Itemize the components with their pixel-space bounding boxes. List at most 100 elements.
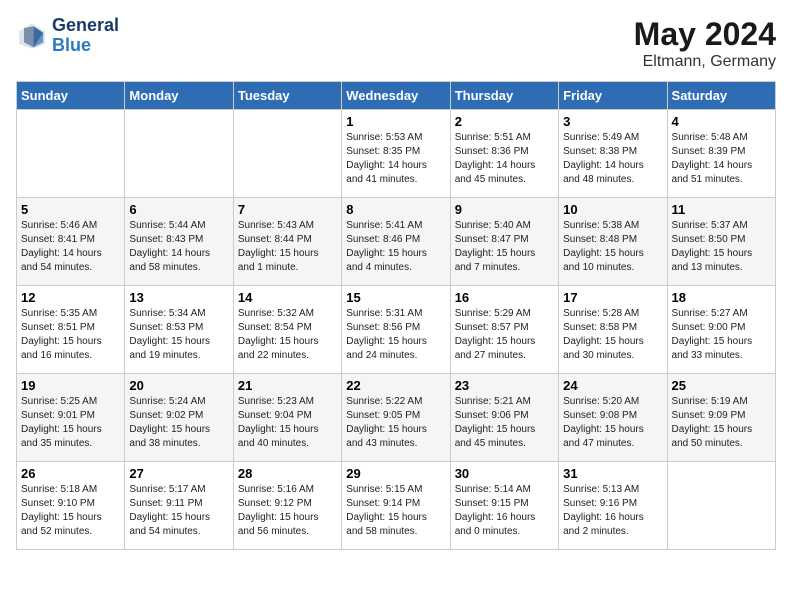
day-number: 2 [455, 114, 554, 129]
day-cell: 2 Sunrise: 5:51 AM Sunset: 8:36 PM Daylig… [450, 110, 558, 198]
day-info: Sunrise: 5:14 AM Sunset: 9:15 PM Dayligh… [455, 483, 554, 539]
day-cell: 23 Sunrise: 5:21 AM Sunset: 9:06 PM Dayli… [450, 374, 558, 462]
day-number: 9 [455, 202, 554, 217]
day-info: Sunrise: 5:37 AM Sunset: 8:50 PM Dayligh… [672, 219, 771, 275]
day-info: Sunrise: 5:43 AM Sunset: 8:44 PM Dayligh… [238, 219, 337, 275]
logo-icon [16, 20, 48, 52]
day-cell [17, 110, 125, 198]
day-cell: 12 Sunrise: 5:35 AM Sunset: 8:51 PM Dayli… [17, 286, 125, 374]
day-number: 17 [563, 290, 662, 305]
title-area: May 2024 Eltmann, Germany [634, 16, 776, 71]
day-cell: 1Sunrise: 5:53 AM Sunset: 8:35 PM Daylig… [342, 110, 450, 198]
day-info: Sunrise: 5:18 AM Sunset: 9:10 PM Dayligh… [21, 483, 120, 539]
header-cell-monday: Monday [125, 82, 233, 110]
day-cell: 7 Sunrise: 5:43 AM Sunset: 8:44 PM Daylig… [233, 198, 341, 286]
header-cell-wednesday: Wednesday [342, 82, 450, 110]
day-number: 25 [672, 378, 771, 393]
day-info: Sunrise: 5:40 AM Sunset: 8:47 PM Dayligh… [455, 219, 554, 275]
day-info: Sunrise: 5:13 AM Sunset: 9:16 PM Dayligh… [563, 483, 662, 539]
day-number: 28 [238, 466, 337, 481]
day-cell: 19 Sunrise: 5:25 AM Sunset: 9:01 PM Dayli… [17, 374, 125, 462]
day-number: 5 [21, 202, 120, 217]
day-number: 19 [21, 378, 120, 393]
day-cell: 24 Sunrise: 5:20 AM Sunset: 9:08 PM Dayli… [559, 374, 667, 462]
day-number: 13 [129, 290, 228, 305]
day-cell: 5 Sunrise: 5:46 AM Sunset: 8:41 PM Daylig… [17, 198, 125, 286]
day-number: 15 [346, 290, 445, 305]
day-number: 10 [563, 202, 662, 217]
header-cell-saturday: Saturday [667, 82, 775, 110]
header-cell-friday: Friday [559, 82, 667, 110]
day-info: Sunrise: 5:19 AM Sunset: 9:09 PM Dayligh… [672, 395, 771, 451]
day-info: Sunrise: 5:17 AM Sunset: 9:11 PM Dayligh… [129, 483, 228, 539]
day-number: 27 [129, 466, 228, 481]
logo: General Blue [16, 16, 119, 56]
header-row: SundayMondayTuesdayWednesdayThursdayFrid… [17, 82, 776, 110]
day-info: Sunrise: 5:46 AM Sunset: 8:41 PM Dayligh… [21, 219, 120, 275]
subtitle: Eltmann, Germany [634, 53, 776, 71]
day-info: Sunrise: 5:29 AM Sunset: 8:57 PM Dayligh… [455, 307, 554, 363]
week-row-4: 19 Sunrise: 5:25 AM Sunset: 9:01 PM Dayli… [17, 374, 776, 462]
day-info: Sunrise: 5:48 AM Sunset: 8:39 PM Dayligh… [672, 131, 771, 187]
day-cell [667, 462, 775, 550]
day-number: 8 [346, 202, 445, 217]
logo-line2: Blue [52, 36, 119, 56]
day-number: 4 [672, 114, 771, 129]
day-cell: 30Sunrise: 5:14 AM Sunset: 9:15 PM Dayli… [450, 462, 558, 550]
day-info: Sunrise: 5:51 AM Sunset: 8:36 PM Dayligh… [455, 131, 554, 187]
day-cell: 15Sunrise: 5:31 AM Sunset: 8:56 PM Dayli… [342, 286, 450, 374]
day-cell [125, 110, 233, 198]
day-cell: 18Sunrise: 5:27 AM Sunset: 9:00 PM Dayli… [667, 286, 775, 374]
day-info: Sunrise: 5:16 AM Sunset: 9:12 PM Dayligh… [238, 483, 337, 539]
calendar-table: SundayMondayTuesdayWednesdayThursdayFrid… [16, 81, 776, 550]
day-info: Sunrise: 5:27 AM Sunset: 9:00 PM Dayligh… [672, 307, 771, 363]
day-info: Sunrise: 5:23 AM Sunset: 9:04 PM Dayligh… [238, 395, 337, 451]
day-cell: 22 Sunrise: 5:22 AM Sunset: 9:05 PM Dayli… [342, 374, 450, 462]
day-number: 29 [346, 466, 445, 481]
day-cell: 29 Sunrise: 5:15 AM Sunset: 9:14 PM Dayli… [342, 462, 450, 550]
day-cell: 25 Sunrise: 5:19 AM Sunset: 9:09 PM Dayli… [667, 374, 775, 462]
day-info: Sunrise: 5:15 AM Sunset: 9:14 PM Dayligh… [346, 483, 445, 539]
logo-line1: General [52, 16, 119, 36]
day-info: Sunrise: 5:20 AM Sunset: 9:08 PM Dayligh… [563, 395, 662, 451]
day-number: 3 [563, 114, 662, 129]
day-info: Sunrise: 5:34 AM Sunset: 8:53 PM Dayligh… [129, 307, 228, 363]
logo-text: General Blue [52, 16, 119, 56]
day-info: Sunrise: 5:24 AM Sunset: 9:02 PM Dayligh… [129, 395, 228, 451]
day-info: Sunrise: 5:25 AM Sunset: 9:01 PM Dayligh… [21, 395, 120, 451]
day-number: 22 [346, 378, 445, 393]
day-number: 12 [21, 290, 120, 305]
week-row-2: 5 Sunrise: 5:46 AM Sunset: 8:41 PM Daylig… [17, 198, 776, 286]
header-cell-sunday: Sunday [17, 82, 125, 110]
day-number: 23 [455, 378, 554, 393]
calendar-body: 1Sunrise: 5:53 AM Sunset: 8:35 PM Daylig… [17, 110, 776, 550]
day-info: Sunrise: 5:21 AM Sunset: 9:06 PM Dayligh… [455, 395, 554, 451]
day-cell: 31Sunrise: 5:13 AM Sunset: 9:16 PM Dayli… [559, 462, 667, 550]
week-row-1: 1Sunrise: 5:53 AM Sunset: 8:35 PM Daylig… [17, 110, 776, 198]
day-info: Sunrise: 5:22 AM Sunset: 9:05 PM Dayligh… [346, 395, 445, 451]
day-cell [233, 110, 341, 198]
day-number: 26 [21, 466, 120, 481]
day-number: 7 [238, 202, 337, 217]
day-cell: 17Sunrise: 5:28 AM Sunset: 8:58 PM Dayli… [559, 286, 667, 374]
day-cell: 14Sunrise: 5:32 AM Sunset: 8:54 PM Dayli… [233, 286, 341, 374]
day-cell: 9 Sunrise: 5:40 AM Sunset: 8:47 PM Daylig… [450, 198, 558, 286]
day-info: Sunrise: 5:44 AM Sunset: 8:43 PM Dayligh… [129, 219, 228, 275]
day-info: Sunrise: 5:49 AM Sunset: 8:38 PM Dayligh… [563, 131, 662, 187]
day-number: 11 [672, 202, 771, 217]
day-cell: 8 Sunrise: 5:41 AM Sunset: 8:46 PM Daylig… [342, 198, 450, 286]
day-cell: 4 Sunrise: 5:48 AM Sunset: 8:39 PM Daylig… [667, 110, 775, 198]
week-row-5: 26 Sunrise: 5:18 AM Sunset: 9:10 PM Dayli… [17, 462, 776, 550]
day-number: 1 [346, 114, 445, 129]
day-number: 24 [563, 378, 662, 393]
day-info: Sunrise: 5:38 AM Sunset: 8:48 PM Dayligh… [563, 219, 662, 275]
day-info: Sunrise: 5:41 AM Sunset: 8:46 PM Dayligh… [346, 219, 445, 275]
header-cell-thursday: Thursday [450, 82, 558, 110]
day-cell: 10 Sunrise: 5:38 AM Sunset: 8:48 PM Dayli… [559, 198, 667, 286]
calendar-header: SundayMondayTuesdayWednesdayThursdayFrid… [17, 82, 776, 110]
day-info: Sunrise: 5:32 AM Sunset: 8:54 PM Dayligh… [238, 307, 337, 363]
main-title: May 2024 [634, 16, 776, 53]
day-info: Sunrise: 5:35 AM Sunset: 8:51 PM Dayligh… [21, 307, 120, 363]
day-cell: 26 Sunrise: 5:18 AM Sunset: 9:10 PM Dayli… [17, 462, 125, 550]
day-cell: 16Sunrise: 5:29 AM Sunset: 8:57 PM Dayli… [450, 286, 558, 374]
